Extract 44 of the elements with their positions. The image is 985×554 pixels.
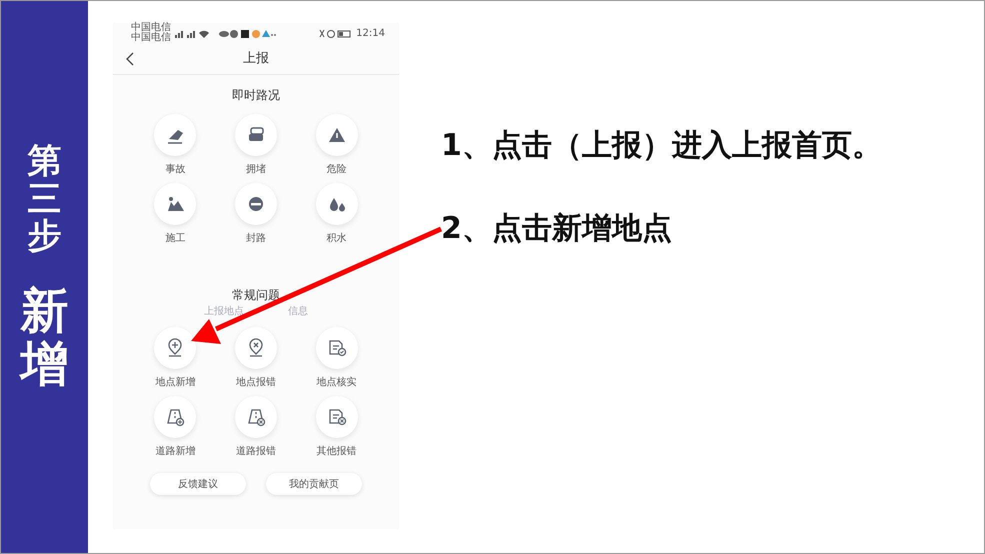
road-plus-icon xyxy=(165,407,186,427)
instruction-text: 2、点击新增地点 xyxy=(441,210,673,248)
report-option-button[interactable] xyxy=(316,327,358,369)
section-subtitle: 上报地点 xyxy=(204,304,244,319)
option-label: 地点新增 xyxy=(155,376,196,390)
carrier-label: 中国电信 xyxy=(131,33,171,43)
document-check-icon xyxy=(326,338,347,358)
section-title: 即时路况 xyxy=(231,87,281,104)
instruction-text: 1、点击（上报）进入上报首页。 xyxy=(441,127,882,165)
screen-title: 上报 xyxy=(242,50,270,68)
back-icon[interactable] xyxy=(125,52,135,66)
option-label: 危险 xyxy=(326,163,347,177)
carrier-label: 中国电信 xyxy=(131,23,171,33)
option-label: 封路 xyxy=(246,232,266,246)
report-option-button[interactable] xyxy=(154,327,196,369)
option-label: 事故 xyxy=(165,162,186,177)
report-option-button[interactable] xyxy=(154,396,196,438)
step-label: 第三步 xyxy=(28,143,62,256)
option-label: 地点报错 xyxy=(236,376,276,390)
option-label: 道路新增 xyxy=(155,444,196,459)
option-label: 施工 xyxy=(165,232,186,246)
report-option-button[interactable] xyxy=(316,114,358,156)
report-option-button[interactable] xyxy=(234,396,277,438)
pill-button[interactable]: 我的贡献页 xyxy=(266,473,362,495)
report-option-button[interactable] xyxy=(154,114,196,156)
notification-icons xyxy=(219,28,277,38)
option-label: 道路报错 xyxy=(236,444,276,459)
option-label: 其他报错 xyxy=(316,444,357,459)
slide-title: 新增 xyxy=(20,285,68,391)
document-x-icon xyxy=(326,407,347,427)
report-option-button[interactable] xyxy=(316,396,358,438)
option-label: 积水 xyxy=(326,232,347,246)
report-option-button[interactable] xyxy=(316,183,358,225)
clock-time: 12:14 xyxy=(356,26,385,40)
option-label: 地点核实 xyxy=(316,376,357,390)
section-subtitle: 信息 xyxy=(288,304,308,319)
pill-button[interactable]: 反馈建议 xyxy=(150,473,246,495)
report-option-button[interactable] xyxy=(154,183,196,225)
report-option-button[interactable] xyxy=(234,183,277,225)
option-label: 拥堵 xyxy=(246,162,266,177)
road-x-icon xyxy=(246,407,266,427)
status-icons xyxy=(318,28,352,38)
report-option-button[interactable] xyxy=(234,327,277,369)
report-option-button[interactable] xyxy=(234,114,277,156)
